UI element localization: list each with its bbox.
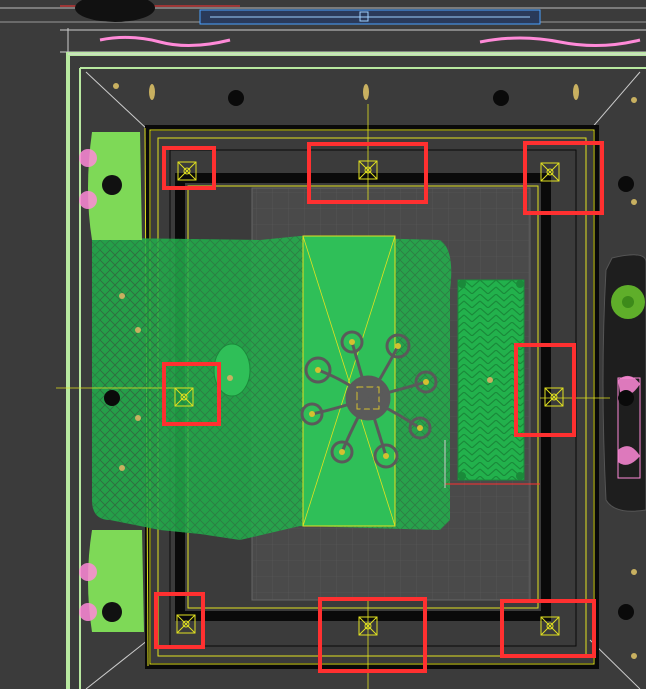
floor-plan-top-view[interactable] — [0, 0, 646, 689]
side-sofa[interactable] — [602, 254, 646, 512]
table-lamp-icon — [102, 602, 122, 622]
downlight-icon — [493, 90, 509, 106]
nightstand-bottom[interactable] — [79, 530, 144, 632]
downlight-icon — [618, 176, 634, 192]
cad-viewport[interactable] — [0, 0, 646, 689]
nightstand-top[interactable] — [79, 132, 142, 240]
downlight-icon — [618, 604, 634, 620]
downlight-icon — [228, 90, 244, 106]
downlight-icon — [618, 390, 634, 406]
bed[interactable] — [92, 234, 452, 540]
downlight-icon — [104, 390, 120, 406]
table-lamp-icon — [102, 175, 122, 195]
